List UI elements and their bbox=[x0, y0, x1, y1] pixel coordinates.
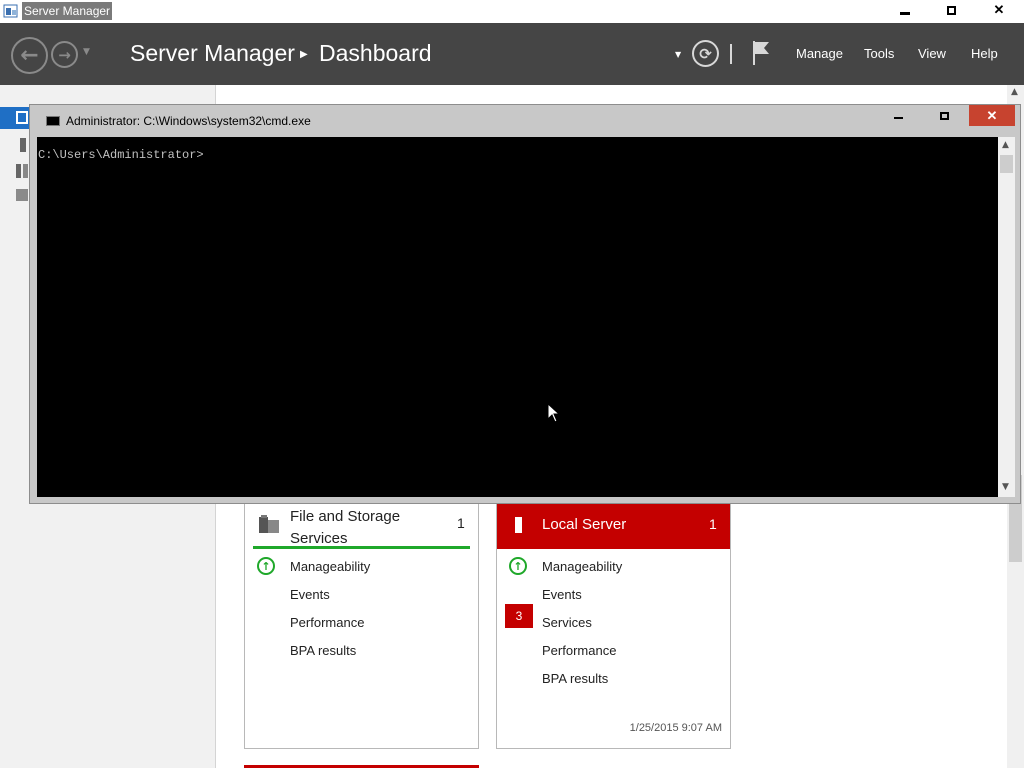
tile-status-bar bbox=[253, 546, 470, 549]
cmd-close-button[interactable]: ✕ bbox=[969, 105, 1015, 126]
app-header: ← → ▼ Server Manager ▶ Dashboard ▼ ⟳ Man… bbox=[0, 23, 1024, 85]
menu-manage[interactable]: Manage bbox=[796, 46, 843, 61]
close-icon: ✕ bbox=[993, 2, 1005, 17]
file-storage-icon bbox=[259, 515, 279, 533]
menu-tools[interactable]: Tools bbox=[864, 46, 894, 61]
cmd-title-bar[interactable]: Administrator: C:\Windows\system32\cmd.e… bbox=[30, 105, 1020, 137]
back-arrow-icon: ← bbox=[20, 43, 39, 68]
restore-button[interactable] bbox=[928, 0, 974, 20]
cmd-icon bbox=[46, 116, 60, 126]
file-storage-icon bbox=[16, 189, 28, 201]
refresh-icon: ⟳ bbox=[699, 44, 712, 63]
notifications-flag-icon[interactable] bbox=[751, 40, 771, 66]
tile-local-server[interactable]: Local Server 1 ↑ Manageability Events 3 … bbox=[496, 500, 731, 749]
server-icon bbox=[20, 138, 26, 152]
history-dropdown-icon[interactable]: ▼ bbox=[83, 47, 90, 57]
header-divider bbox=[730, 44, 732, 64]
scroll-up-icon: ▲ bbox=[1002, 140, 1009, 150]
tile-count[interactable]: 1 bbox=[709, 516, 717, 532]
minimize-icon bbox=[900, 11, 910, 15]
window-title: Server Manager bbox=[22, 2, 113, 20]
breadcrumb-separator-icon: ▶ bbox=[300, 49, 308, 60]
breadcrumb-app[interactable]: Server Manager bbox=[130, 40, 295, 67]
minimize-icon bbox=[893, 117, 903, 119]
close-button[interactable]: ✕ bbox=[976, 0, 1022, 20]
close-icon: ✕ bbox=[986, 107, 998, 123]
status-up-icon: ↑ bbox=[257, 557, 275, 575]
tile-title[interactable]: Local Server bbox=[542, 516, 626, 533]
tile-title[interactable]: File and Storage Services bbox=[290, 506, 420, 550]
menu-help[interactable]: Help bbox=[971, 46, 998, 61]
cmd-scrollbar[interactable]: ▲ ▼ bbox=[998, 137, 1015, 497]
scroll-down-icon: ▼ bbox=[1002, 482, 1009, 492]
mouse-cursor-icon bbox=[548, 404, 560, 423]
tile-row-manageability[interactable]: Manageability bbox=[290, 559, 370, 574]
tile-timestamp: 1/25/2015 9:07 AM bbox=[629, 722, 722, 734]
tile-file-storage[interactable]: File and Storage Services 1 ↑ Manageabil… bbox=[244, 500, 479, 749]
sidebar-item-file-storage[interactable] bbox=[0, 185, 30, 205]
refresh-dropdown-icon[interactable]: ▼ bbox=[675, 50, 681, 59]
forward-arrow-icon: → bbox=[58, 45, 71, 64]
tile-row-events[interactable]: Events bbox=[290, 587, 330, 602]
cmd-window[interactable]: Administrator: C:\Windows\system32\cmd.e… bbox=[29, 104, 1021, 504]
servers-icon bbox=[16, 164, 28, 178]
server-manager-icon bbox=[3, 4, 18, 18]
forward-button[interactable]: → bbox=[51, 41, 78, 68]
tile-row-performance[interactable]: Performance bbox=[290, 615, 364, 630]
refresh-button[interactable]: ⟳ bbox=[692, 40, 719, 67]
tile-row-services[interactable]: Services bbox=[542, 615, 592, 630]
server-icon bbox=[515, 517, 522, 533]
services-alert-badge: 3 bbox=[505, 604, 533, 628]
cmd-minimize-button[interactable] bbox=[875, 105, 921, 126]
dashboard-icon bbox=[16, 111, 28, 124]
sidebar-item-all-servers[interactable] bbox=[0, 161, 30, 181]
minimize-button[interactable] bbox=[882, 0, 928, 20]
tile-row-performance[interactable]: Performance bbox=[542, 643, 616, 658]
cmd-window-title: Administrator: C:\Windows\system32\cmd.e… bbox=[66, 114, 311, 128]
maximize-icon bbox=[939, 111, 949, 120]
tile-row-events[interactable]: Events bbox=[542, 587, 582, 602]
server-manager-title-bar: Server Manager ✕ bbox=[0, 0, 1024, 23]
scroll-thumb[interactable] bbox=[1000, 155, 1013, 173]
sidebar-item-dashboard[interactable] bbox=[0, 107, 30, 129]
tile-count[interactable]: 1 bbox=[457, 515, 465, 531]
cmd-prompt: C:\Users\Administrator> bbox=[38, 148, 204, 162]
page-title: Dashboard bbox=[319, 40, 432, 66]
menu-view[interactable]: View bbox=[918, 46, 946, 61]
back-button[interactable]: ← bbox=[11, 37, 48, 74]
sidebar-item-local-server[interactable] bbox=[0, 135, 30, 155]
tile-row-bpa-results[interactable]: BPA results bbox=[542, 671, 608, 686]
cmd-maximize-button[interactable] bbox=[921, 105, 967, 126]
restore-icon bbox=[946, 5, 956, 15]
scroll-up-icon: ▲ bbox=[1011, 87, 1018, 97]
tile-row-manageability[interactable]: Manageability bbox=[542, 559, 622, 574]
status-up-icon: ↑ bbox=[509, 557, 527, 575]
tile-row-bpa-results[interactable]: BPA results bbox=[290, 643, 356, 658]
cmd-console[interactable]: C:\Users\Administrator> bbox=[37, 137, 998, 497]
